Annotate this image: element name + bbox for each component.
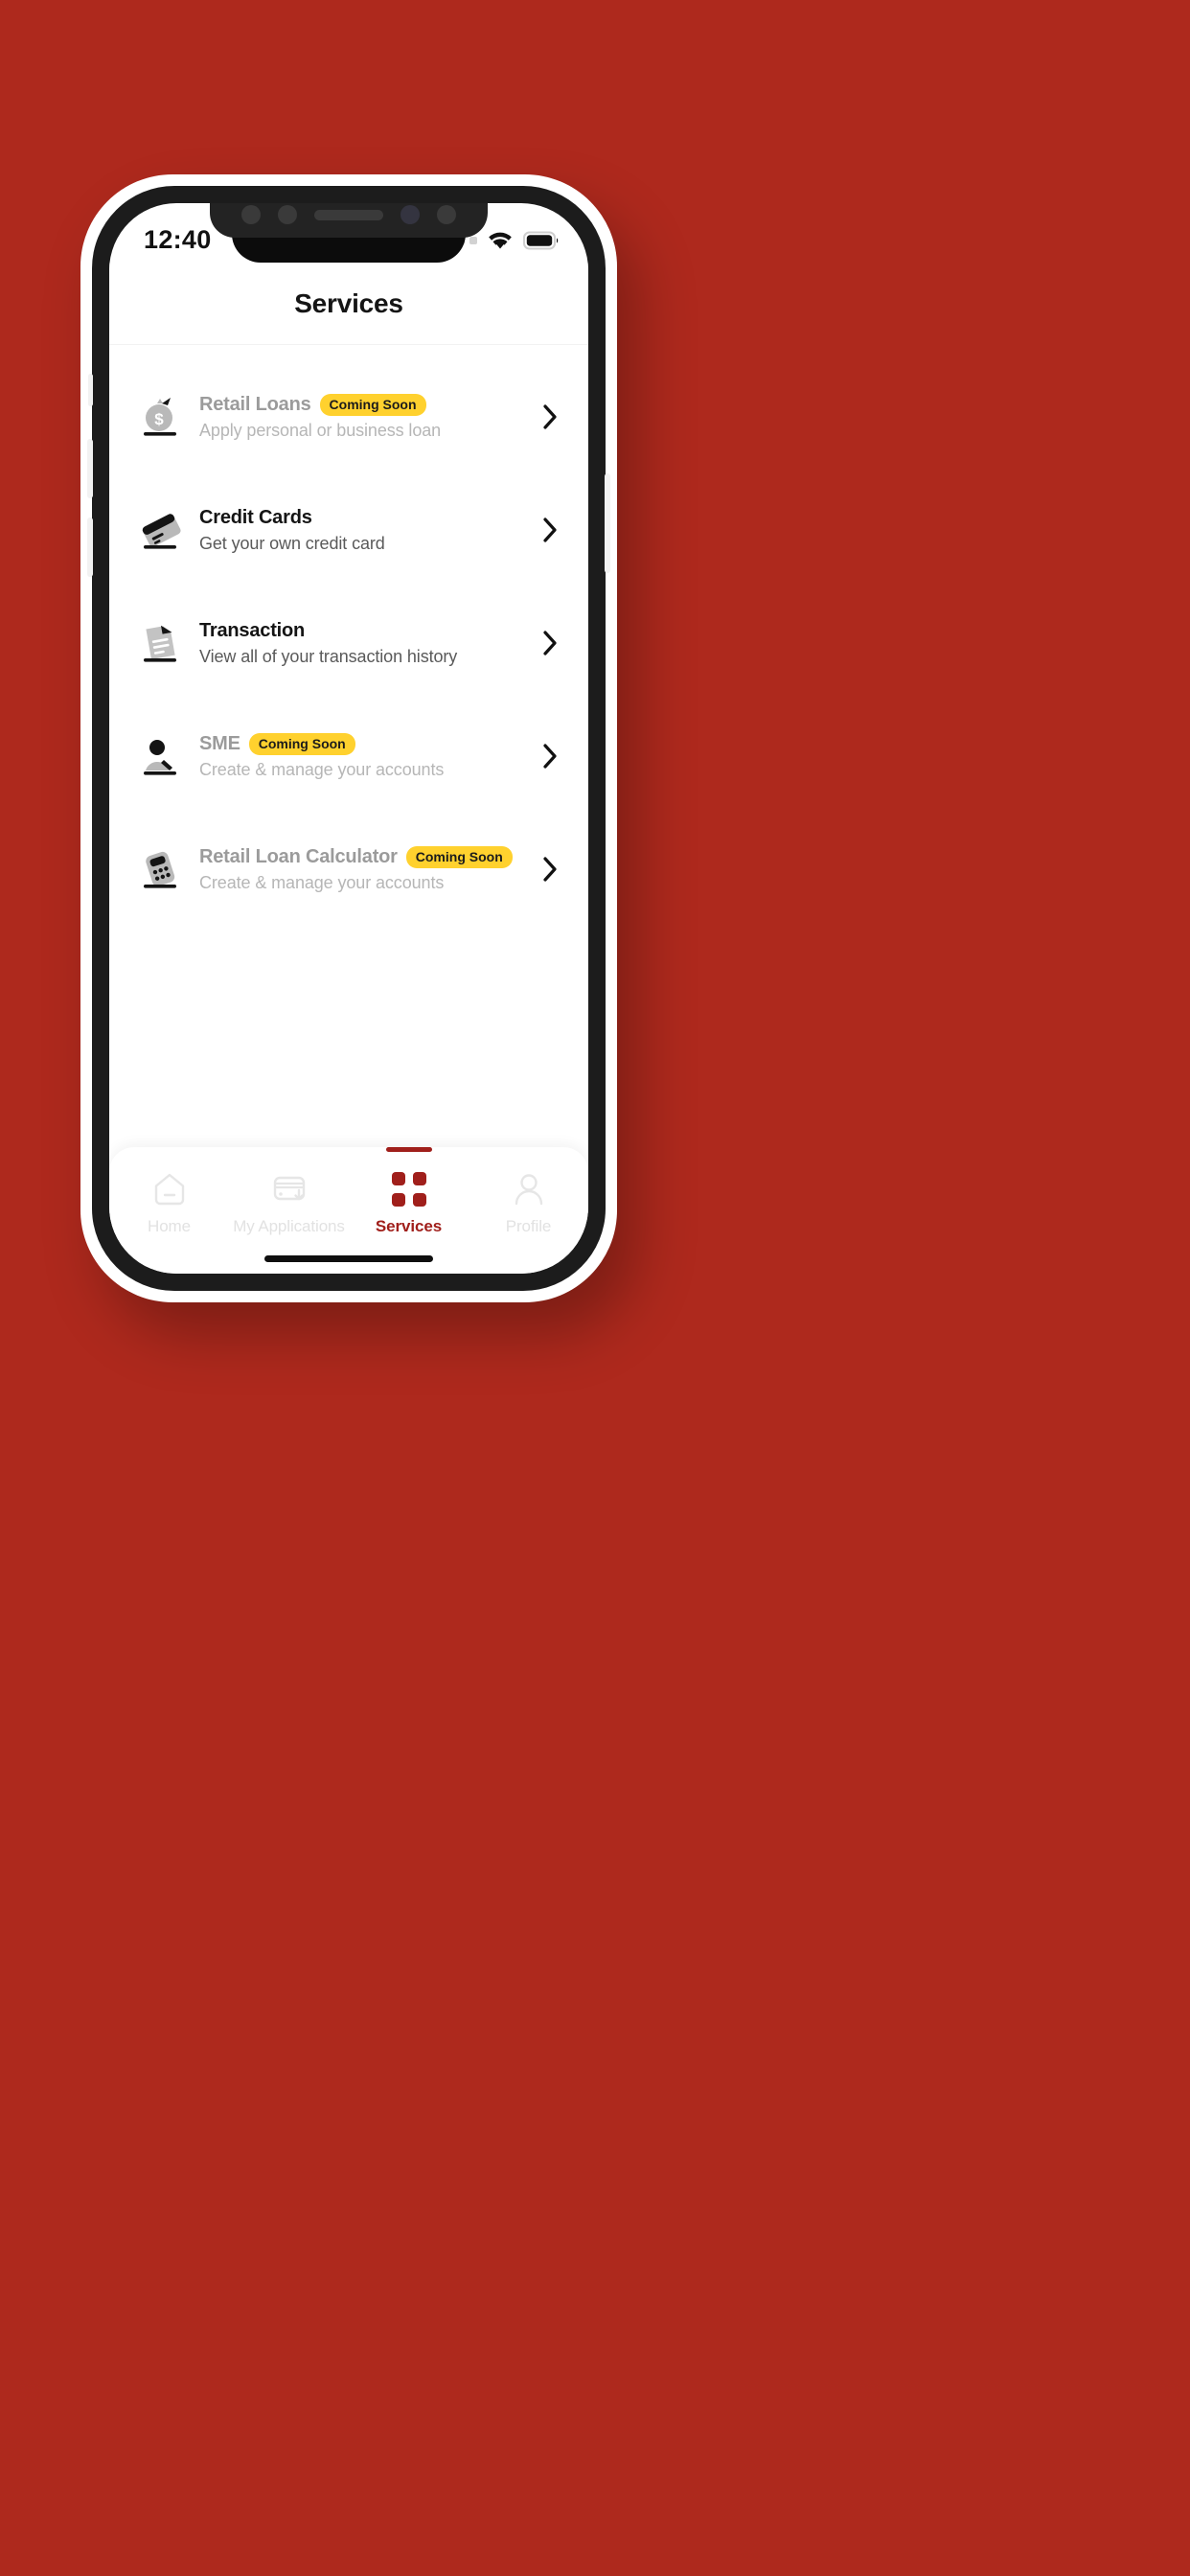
chevron-right-icon[interactable] (540, 742, 560, 770)
status-badge: Coming Soon (319, 393, 426, 416)
nav-label: Home (148, 1217, 191, 1235)
nav-label: Services (375, 1217, 443, 1235)
service-title: Retail Loan Calculator (199, 845, 398, 867)
service-row-retail-loans[interactable]: $ Retail Loans Coming Soon Apply persona… (109, 360, 588, 473)
service-title: Retail Loans (199, 393, 311, 415)
nav-label: My Applications (233, 1217, 345, 1235)
active-tab-indicator (385, 1147, 432, 1152)
status-time: 12:40 (144, 224, 212, 254)
service-row-credit-cards[interactable]: Credit Cards Get your own credit card (109, 473, 588, 586)
services-list: $ Retail Loans Coming Soon Apply persona… (109, 345, 588, 1147)
app-header: Services (109, 263, 588, 345)
ambient-dot-icon (437, 205, 456, 224)
wifi-icon (489, 232, 512, 249)
notch-sensor-housing (210, 203, 488, 238)
camera-dot-icon (241, 205, 261, 224)
credit-card-icon (134, 502, 190, 558)
volume-up-button[interactable] (87, 439, 93, 498)
home-icon (149, 1168, 190, 1210)
phone-bezel: 12:40 Services $ Retail Loans Coming Soo… (87, 186, 610, 1291)
volume-down-button[interactable] (87, 518, 93, 577)
page-title: Services (294, 288, 403, 318)
phone-screen: 12:40 Services $ Retail Loans Coming Soo… (109, 203, 588, 1274)
service-text-block: Transaction View all of your transaction… (199, 620, 531, 667)
money-bag-icon: $ (134, 389, 190, 445)
service-text-block: Credit Cards Get your own credit card (199, 507, 531, 554)
service-title: Transaction (199, 619, 306, 641)
service-title: SME (199, 732, 240, 754)
svg-text:$: $ (154, 410, 164, 428)
silent-switch[interactable] (88, 374, 93, 406)
nav-label: Profile (505, 1217, 552, 1235)
person-desk-icon (134, 728, 190, 784)
card-download-icon (269, 1168, 309, 1210)
person-icon (509, 1168, 549, 1210)
chevron-right-icon[interactable] (540, 402, 560, 431)
service-subtitle: Create & manage your accounts (199, 872, 445, 892)
status-badge: Coming Soon (405, 845, 513, 868)
service-text-block: SME Coming Soon Create & manage your acc… (199, 732, 531, 780)
grid-dots-icon (391, 1168, 426, 1210)
service-subtitle: Apply personal or business loan (199, 420, 442, 440)
nav-item-profile[interactable]: Profile (469, 1147, 588, 1236)
earpiece-speaker-icon (314, 209, 383, 220)
home-indicator[interactable] (264, 1255, 433, 1262)
nav-item-home[interactable]: Home (109, 1147, 229, 1236)
calculator-icon (134, 841, 190, 897)
nav-item-services[interactable]: Services (349, 1147, 469, 1236)
service-subtitle: Get your own credit card (199, 533, 385, 553)
nav-item-my-applications[interactable]: My Applications (229, 1147, 349, 1236)
sensor-dot-icon (278, 205, 297, 224)
battery-full-icon (523, 231, 559, 250)
service-text-block: Retail Loan Calculator Coming Soon Creat… (199, 845, 531, 893)
service-row-retail-loan-calculator[interactable]: Retail Loan Calculator Coming Soon Creat… (109, 813, 588, 926)
chevron-right-icon[interactable] (540, 516, 560, 544)
proximity-dot-icon (400, 205, 420, 224)
service-row-sme[interactable]: SME Coming Soon Create & manage your acc… (109, 700, 588, 813)
document-icon (134, 615, 190, 671)
service-subtitle: View all of your transaction history (199, 646, 458, 666)
service-row-transaction[interactable]: Transaction View all of your transaction… (109, 586, 588, 700)
service-title: Credit Cards (199, 506, 312, 528)
service-text-block: Retail Loans Coming Soon Apply personal … (199, 393, 531, 441)
service-subtitle: Create & manage your accounts (199, 759, 445, 779)
chevron-right-icon[interactable] (540, 629, 560, 657)
status-badge: Coming Soon (248, 732, 355, 755)
chevron-right-icon[interactable] (540, 855, 560, 884)
phone-frame: 12:40 Services $ Retail Loans Coming Soo… (80, 174, 617, 1302)
power-button[interactable] (605, 473, 610, 573)
